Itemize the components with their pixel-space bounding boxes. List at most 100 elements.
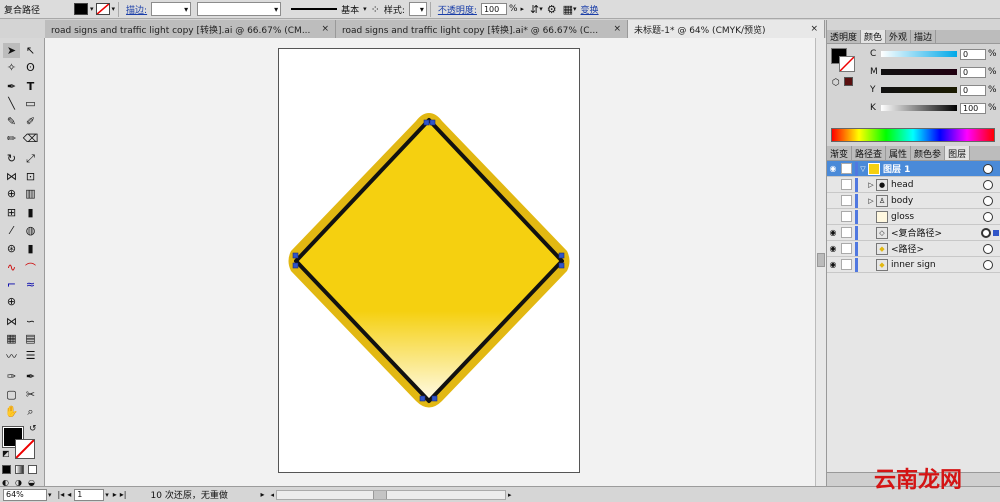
- chevron-down-icon[interactable]: ▽: [858, 165, 868, 173]
- transform-link[interactable]: 变换: [577, 3, 603, 16]
- curve-tool-3-icon[interactable]: ⌐: [3, 277, 20, 292]
- default-colors-icon[interactable]: ◩: [2, 449, 10, 458]
- stroke-color-swatch[interactable]: [15, 439, 35, 459]
- magic-wand-tool-icon[interactable]: ✧: [3, 60, 20, 75]
- canvas-area[interactable]: [45, 38, 815, 486]
- road-sign-illustration[interactable]: [279, 49, 581, 474]
- layer-row-inner-sign[interactable]: ◉ ◆ inner sign: [827, 257, 1000, 273]
- zoom-dropdown[interactable]: 64%: [3, 488, 47, 501]
- tab-document-3[interactable]: 未标题-1* @ 64% (CMYK/预览) ×: [628, 20, 825, 38]
- channel-m-slider[interactable]: [881, 69, 957, 75]
- swap-icon[interactable]: ↺: [29, 424, 37, 434]
- list-tool-icon[interactable]: ☰: [22, 348, 39, 363]
- tab-document-1[interactable]: road signs and traffic light copy [转换].a…: [45, 20, 336, 38]
- vertical-scrollbar[interactable]: [815, 38, 826, 486]
- layer-row-layer-1[interactable]: ◉ ▽ 图层 1: [827, 161, 1000, 177]
- lock-toggle[interactable]: [841, 195, 852, 206]
- target-icon[interactable]: [983, 163, 993, 174]
- tab-appearance[interactable]: 外观: [886, 30, 912, 43]
- channel-c-input[interactable]: 0: [960, 48, 986, 60]
- mesh-tool-icon[interactable]: ⊞: [3, 205, 20, 220]
- curve-tool-2-icon[interactable]: ⌒: [22, 260, 39, 275]
- stroke-color-swatch[interactable]: [839, 56, 855, 72]
- tab-document-2[interactable]: road signs and traffic light copy [转换].a…: [336, 20, 628, 38]
- chevron-right-icon[interactable]: ▸: [521, 5, 525, 13]
- brush-profile-label[interactable]: 基本: [337, 3, 363, 16]
- tab-stroke[interactable]: 描边: [911, 30, 937, 43]
- lock-toggle[interactable]: [841, 259, 852, 270]
- target-icon[interactable]: [983, 259, 993, 270]
- color-mode-icon[interactable]: [2, 465, 11, 474]
- pencil-tool-icon[interactable]: ✐: [22, 114, 39, 129]
- chevron-down-icon[interactable]: ▾: [112, 5, 116, 13]
- layer-row-compound-path[interactable]: ◉ ◇ <复合路径>: [827, 225, 1000, 241]
- layer-row-gloss[interactable]: gloss: [827, 209, 1000, 225]
- scroll-left-icon[interactable]: ◂: [271, 491, 275, 499]
- rotate-tool-icon[interactable]: ↻: [3, 151, 20, 166]
- eye-icon[interactable]: ◉: [827, 260, 839, 269]
- wave-tool-icon[interactable]: 〰: [3, 348, 20, 363]
- channel-k-slider[interactable]: [881, 105, 957, 111]
- opacity-link[interactable]: 不透明度:: [434, 3, 481, 16]
- close-icon[interactable]: ×: [810, 24, 818, 34]
- gradient-mode-icon[interactable]: [15, 465, 24, 474]
- chevron-down-icon[interactable]: ▾: [539, 5, 543, 13]
- column-graph-tool-icon[interactable]: ▮: [22, 241, 39, 256]
- channel-m-input[interactable]: 0: [960, 66, 986, 78]
- tab-attributes[interactable]: 属性: [886, 146, 912, 160]
- lock-toggle[interactable]: [841, 163, 852, 174]
- tab-layers[interactable]: 图层: [945, 146, 971, 160]
- scroll-thumb[interactable]: [817, 253, 825, 267]
- channel-y-input[interactable]: 0: [960, 84, 986, 96]
- stroke-swatch[interactable]: [95, 3, 110, 15]
- envelope-tool-icon[interactable]: ⋈: [3, 314, 20, 329]
- warp-tool-icon[interactable]: ∽: [22, 314, 39, 329]
- lock-toggle[interactable]: [841, 211, 852, 222]
- selection-indicator[interactable]: [993, 229, 999, 236]
- perspective-grid-tool-icon[interactable]: ▥: [22, 186, 39, 201]
- eye-icon[interactable]: ◉: [827, 244, 839, 253]
- prev-page-icon[interactable]: ◂: [67, 490, 71, 499]
- tab-color[interactable]: 颜色: [861, 30, 887, 43]
- chevron-down-icon[interactable]: ▾: [363, 5, 367, 13]
- type-tool-icon[interactable]: T: [22, 79, 39, 94]
- style-dropdown[interactable]: ▾: [408, 2, 427, 16]
- eye-icon[interactable]: ◉: [827, 164, 839, 173]
- lock-toggle[interactable]: [841, 179, 852, 190]
- lock-toggle[interactable]: [841, 227, 852, 238]
- gradient-tool-icon[interactable]: ▮: [22, 205, 39, 220]
- artboard-tool-icon[interactable]: ▢: [3, 387, 20, 402]
- chevron-right-icon[interactable]: ▷: [866, 197, 876, 205]
- target-icon[interactable]: [983, 179, 993, 190]
- next-page-icon[interactable]: ▸: [113, 490, 117, 499]
- scroll-thumb[interactable]: [373, 490, 388, 499]
- layer-row-head[interactable]: ▷ ● head: [827, 177, 1000, 193]
- width-tool-icon[interactable]: ⋈: [3, 169, 20, 184]
- target-icon[interactable]: [983, 195, 993, 206]
- color-spectrum[interactable]: [831, 128, 995, 142]
- stroke-link[interactable]: 描边:: [122, 3, 151, 16]
- artboard[interactable]: [278, 48, 580, 473]
- status-menu-icon[interactable]: ▸: [261, 490, 265, 499]
- pen-tool-icon[interactable]: ✒: [3, 79, 20, 94]
- first-page-icon[interactable]: |◂: [58, 490, 65, 499]
- layer-row-body[interactable]: ▷ ♙ body: [827, 193, 1000, 209]
- rectangle-tool-icon[interactable]: ▭: [22, 96, 39, 111]
- eraser-tool-icon[interactable]: ⌫: [22, 131, 39, 146]
- isolate-icon[interactable]: ⚙: [547, 3, 557, 16]
- none-mode-icon[interactable]: [28, 465, 37, 474]
- free-transform-tool-icon[interactable]: ⊡: [22, 169, 39, 184]
- target-icon[interactable]: [983, 243, 993, 254]
- symbol-sprayer-tool-icon[interactable]: ⊛: [3, 241, 20, 256]
- lock-toggle[interactable]: [841, 243, 852, 254]
- graphic-styles-icon[interactable]: ⁘: [371, 3, 380, 16]
- variable-width-dropdown[interactable]: ▾: [197, 2, 282, 16]
- chevron-down-icon[interactable]: ▾: [90, 5, 94, 13]
- line-tool-icon[interactable]: ╲: [3, 96, 20, 111]
- recolor-icon[interactable]: ⇵: [530, 3, 539, 16]
- tab-pathfinder[interactable]: 路径查: [852, 146, 887, 160]
- direct-selection-tool-icon[interactable]: ↖: [22, 43, 39, 58]
- blend-tool-icon[interactable]: ◍: [22, 223, 39, 238]
- chevron-down-icon[interactable]: ▾: [105, 491, 109, 499]
- selection-tool-icon[interactable]: ➤: [3, 43, 20, 58]
